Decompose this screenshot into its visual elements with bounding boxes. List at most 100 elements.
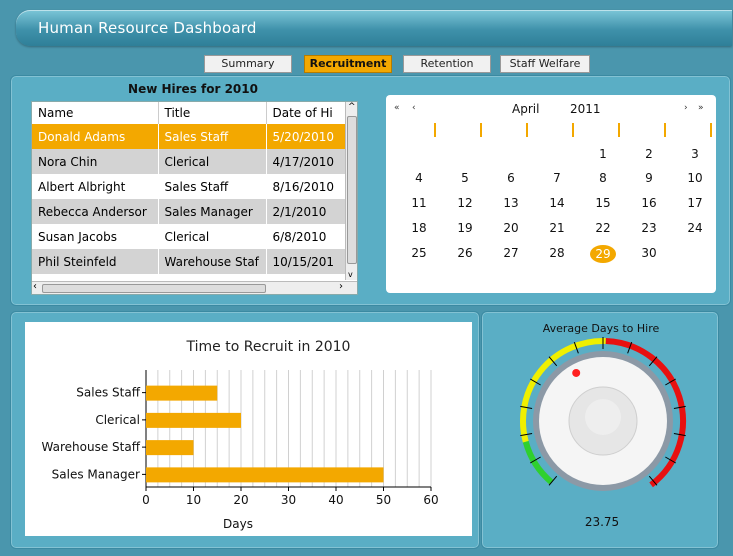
calendar-day[interactable]: 21 [542,221,572,235]
calendar-day[interactable]: 30 [634,246,664,260]
calendar-day-marker [526,123,528,137]
calendar-day[interactable]: 15 [588,196,618,210]
calendar-day-marker [480,123,482,137]
vertical-scrollbar[interactable]: ^ v [345,102,357,280]
calendar-day[interactable]: 24 [680,221,710,235]
x-tick-label: 60 [423,493,438,507]
x-axis-label: Days [223,517,253,531]
calendar-day[interactable]: 12 [450,196,480,210]
calendar-day[interactable]: 14 [542,196,572,210]
calendar-day[interactable]: 5 [450,171,480,185]
bar [146,467,384,483]
calendar-day-marker [618,123,620,137]
calendar-day[interactable]: 22 [588,221,618,235]
gauge-indicator [572,368,581,377]
cell-title: Warehouse Staf [158,249,267,274]
calendar-day[interactable]: 16 [634,196,664,210]
calendar-day[interactable]: 10 [680,171,710,185]
scroll-up-icon[interactable]: ^ [348,102,356,112]
table-row[interactable]: Donald Adams Sales Staff 5/20/2010 [32,124,347,149]
calendar-day[interactable]: 1 [588,147,618,161]
scroll-right-icon[interactable]: › [339,281,343,292]
table-row[interactable]: Rebecca Andersor Sales Manager 2/1/2010 [32,199,347,224]
y-tick-label: Warehouse Staff [42,440,141,454]
bar [146,385,218,401]
tab-retention[interactable]: Retention [403,55,491,73]
table-row[interactable]: Susan Jacobs Clerical 6/8/2010 [32,224,347,249]
calendar-day[interactable]: 17 [680,196,710,210]
prev-month-icon[interactable]: ‹ [412,103,416,113]
column-header-title[interactable]: Title [158,102,267,124]
calendar-day[interactable]: 25 [404,246,434,260]
app-title: Human Resource Dashboard [38,19,257,37]
y-tick-label: Sales Manager [52,467,140,481]
x-tick-label: 0 [142,493,150,507]
tab-staff-welfare[interactable]: Staff Welfare [500,55,590,73]
column-header-name[interactable]: Name [32,102,159,124]
scroll-left-icon[interactable]: ‹ [33,281,37,292]
column-header-date[interactable]: Date of Hi [266,102,347,124]
calendar-day[interactable]: 19 [450,221,480,235]
horizontal-scroll-thumb[interactable] [42,284,266,293]
cell-date: 2/1/2010 [266,199,347,224]
gauge-value: 23.75 [585,515,619,529]
cell-title: Clerical [158,149,267,174]
calendar-day[interactable]: 8 [588,171,618,185]
calendar-day[interactable]: 20 [496,221,526,235]
calendar-day[interactable]: 6 [496,171,526,185]
cell-date: 6/8/2010 [266,224,347,249]
cell-name: Nora Chin [32,149,159,174]
cell-name: Susan Jacobs [32,224,159,249]
cell-name: Donald Adams [32,124,159,149]
calendar-day-selected[interactable]: 29 [590,245,616,263]
gauge-knob-highlight [585,399,621,435]
calendar-day[interactable]: 11 [404,196,434,210]
cell-title: Sales Manager [158,199,267,224]
calendar-day[interactable]: 2 [634,147,664,161]
gauge-svg: Average Days to Hire 23.75 [520,322,686,529]
table-row[interactable]: Nora Chin Clerical 4/17/2010 [32,149,347,174]
tab-recruitment[interactable]: Recruitment [304,55,392,73]
calendar-day[interactable]: 7 [542,171,572,185]
calendar: « ‹ April 2011 › » 1 2 3 4 5 6 7 8 9 10 11 12 13 14 15… [386,95,716,293]
scroll-down-icon[interactable]: v [348,270,353,280]
calendar-day[interactable]: 13 [496,196,526,210]
calendar-day[interactable]: 9 [634,171,664,185]
tab-bar: Summary Recruitment Retention Staff Welf… [0,55,733,73]
y-tick-label: Clerical [95,413,140,427]
bar [146,412,241,428]
horizontal-scrollbar[interactable]: ‹ › [32,281,357,294]
table-row[interactable]: Albert Albright Sales Staff 8/16/2010 [32,174,347,199]
new-hires-title: New Hires for 2010 [128,82,258,96]
calendar-day[interactable]: 28 [542,246,572,260]
calendar-day[interactable]: 27 [496,246,526,260]
calendar-day-marker [572,123,574,137]
next-year-icon[interactable]: » [698,103,704,113]
new-hires-grid: Name Title Date of Hi Donald Adams Sales… [31,101,358,295]
table-row[interactable]: Phil Steinfeld Warehouse Staf 10/15/201 [32,249,347,274]
calendar-day-marker [710,123,712,137]
y-tick-label: Sales Staff [76,386,140,400]
cell-name: Rebecca Andersor [32,199,159,224]
next-month-icon[interactable]: › [684,103,688,113]
calendar-day[interactable]: 26 [450,246,480,260]
calendar-day-marker [434,123,436,137]
calendar-day[interactable]: 18 [404,221,434,235]
tab-summary[interactable]: Summary [204,55,292,73]
average-days-gauge: Average Days to Hire 23.75 [483,317,717,545]
cell-date: 8/16/2010 [266,174,347,199]
x-tick-label: 20 [233,493,248,507]
cell-date: 5/20/2010 [266,124,347,149]
calendar-day[interactable]: 4 [404,171,434,185]
x-tick-label: 30 [281,493,296,507]
calendar-year: 2011 [570,102,601,116]
calendar-day[interactable]: 3 [680,147,710,161]
calendar-day-marker [664,123,666,137]
recruit-chart-svg: Time to Recruit in 2010 Sales Staff Cleric… [42,339,439,531]
gauge-title: Average Days to Hire [543,322,660,335]
prev-year-icon[interactable]: « [394,103,400,113]
x-tick-label: 40 [328,493,343,507]
calendar-day[interactable]: 23 [634,221,664,235]
vertical-scroll-thumb[interactable] [347,116,357,264]
cell-name: Phil Steinfeld [32,249,159,274]
